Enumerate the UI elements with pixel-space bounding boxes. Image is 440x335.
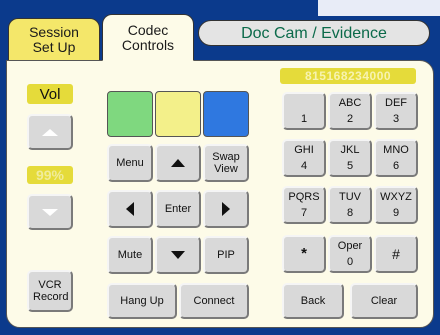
key-letters: PQRS [288, 191, 320, 203]
pip-label: PIP [217, 249, 235, 261]
swatch-green[interactable] [107, 91, 153, 137]
connect-button[interactable]: Connect [179, 283, 249, 319]
key-digit: * [301, 245, 307, 262]
tab-codec-label: Codec Controls [121, 21, 175, 53]
keypad-key-7[interactable]: PQRS 7 [282, 186, 326, 224]
swap-view-button[interactable]: Swap View [203, 144, 249, 182]
key-letters: WXYZ [380, 191, 412, 203]
keypad-key-star[interactable]: * [282, 235, 326, 273]
tab-session-label: Session Set Up [29, 23, 79, 55]
nav-up-button[interactable] [155, 144, 201, 182]
arrow-right-icon [222, 202, 230, 216]
clear-button[interactable]: Clear [350, 283, 418, 319]
hang-up-label: Hang Up [120, 295, 164, 307]
keypad-key-5[interactable]: JKL 5 [328, 139, 372, 177]
key-letters: ABC [338, 97, 362, 109]
keypad-key-8[interactable]: TUV 8 [328, 186, 372, 224]
dial-number-display: 815168234000 [280, 68, 416, 84]
key-digit: 4 [300, 160, 308, 172]
nav-right-button[interactable] [203, 190, 249, 228]
vcr-record-button[interactable]: VCR Record [27, 270, 73, 312]
key-digit: # [392, 246, 400, 262]
back-button[interactable]: Back [282, 283, 344, 319]
tab-codec-controls[interactable]: Codec Controls [102, 14, 194, 61]
key-digit: 7 [300, 207, 308, 219]
key-letters: MNO [383, 144, 409, 156]
swatch-yellow[interactable] [155, 91, 201, 137]
hang-up-button[interactable]: Hang Up [107, 283, 177, 319]
key-digit: 9 [392, 207, 400, 219]
clear-label: Clear [370, 295, 398, 307]
arrow-left-icon [126, 202, 134, 216]
connect-label: Connect [193, 295, 235, 307]
key-digit: 1 [300, 113, 308, 125]
key-letters: GHI [294, 144, 314, 156]
key-letters: JKL [340, 144, 360, 156]
nav-left-button[interactable] [107, 190, 153, 228]
menu-button[interactable]: Menu [107, 144, 153, 182]
keypad-key-3[interactable]: DEF 3 [374, 92, 418, 130]
keypad-key-6[interactable]: MNO 6 [374, 139, 418, 177]
header-strip [318, 0, 440, 16]
back-label: Back [300, 295, 326, 307]
nav-down-button[interactable] [155, 236, 201, 274]
triangle-up-icon [42, 128, 58, 136]
swatch-blue[interactable] [203, 91, 249, 137]
triangle-down-icon [42, 208, 58, 216]
mute-label: Mute [117, 249, 143, 261]
vcr-record-label: VCR Record [33, 279, 69, 303]
swap-view-label: Swap View [212, 151, 240, 175]
key-digit: 3 [392, 113, 400, 125]
keypad-key-9[interactable]: WXYZ 9 [374, 186, 418, 224]
key-digit: 0 [346, 256, 354, 268]
tab-doc-cam-evidence[interactable]: Doc Cam / Evidence [198, 20, 430, 46]
volume-down-button[interactable] [27, 194, 73, 230]
key-digit: 6 [392, 160, 400, 172]
key-digit: 2 [346, 113, 354, 125]
key-digit: 5 [346, 160, 354, 172]
keypad-key-1[interactable]: 1 [282, 92, 326, 130]
volume-level: 99% [27, 166, 73, 184]
key-letters: DEF [385, 97, 407, 109]
enter-label: Enter [164, 203, 192, 215]
arrow-down-icon [171, 251, 185, 259]
pip-button[interactable]: PIP [203, 236, 249, 274]
keypad-key-2[interactable]: ABC 2 [328, 92, 372, 130]
key-digit: 8 [346, 207, 354, 219]
tab-doccam-label: Doc Cam / Evidence [241, 24, 387, 42]
key-letters: TUV [339, 191, 361, 203]
keypad-key-0[interactable]: Oper 0 [328, 235, 372, 273]
enter-button[interactable]: Enter [155, 190, 201, 228]
keypad-key-4[interactable]: GHI 4 [282, 139, 326, 177]
volume-label: Vol [27, 84, 73, 104]
mute-button[interactable]: Mute [107, 236, 153, 274]
volume-up-button[interactable] [27, 114, 73, 150]
arrow-up-icon [171, 159, 185, 167]
keypad-key-hash[interactable]: # [374, 235, 418, 273]
tab-session-setup[interactable]: Session Set Up [8, 18, 100, 60]
menu-label: Menu [116, 157, 144, 169]
key-letters: Oper [337, 240, 363, 252]
